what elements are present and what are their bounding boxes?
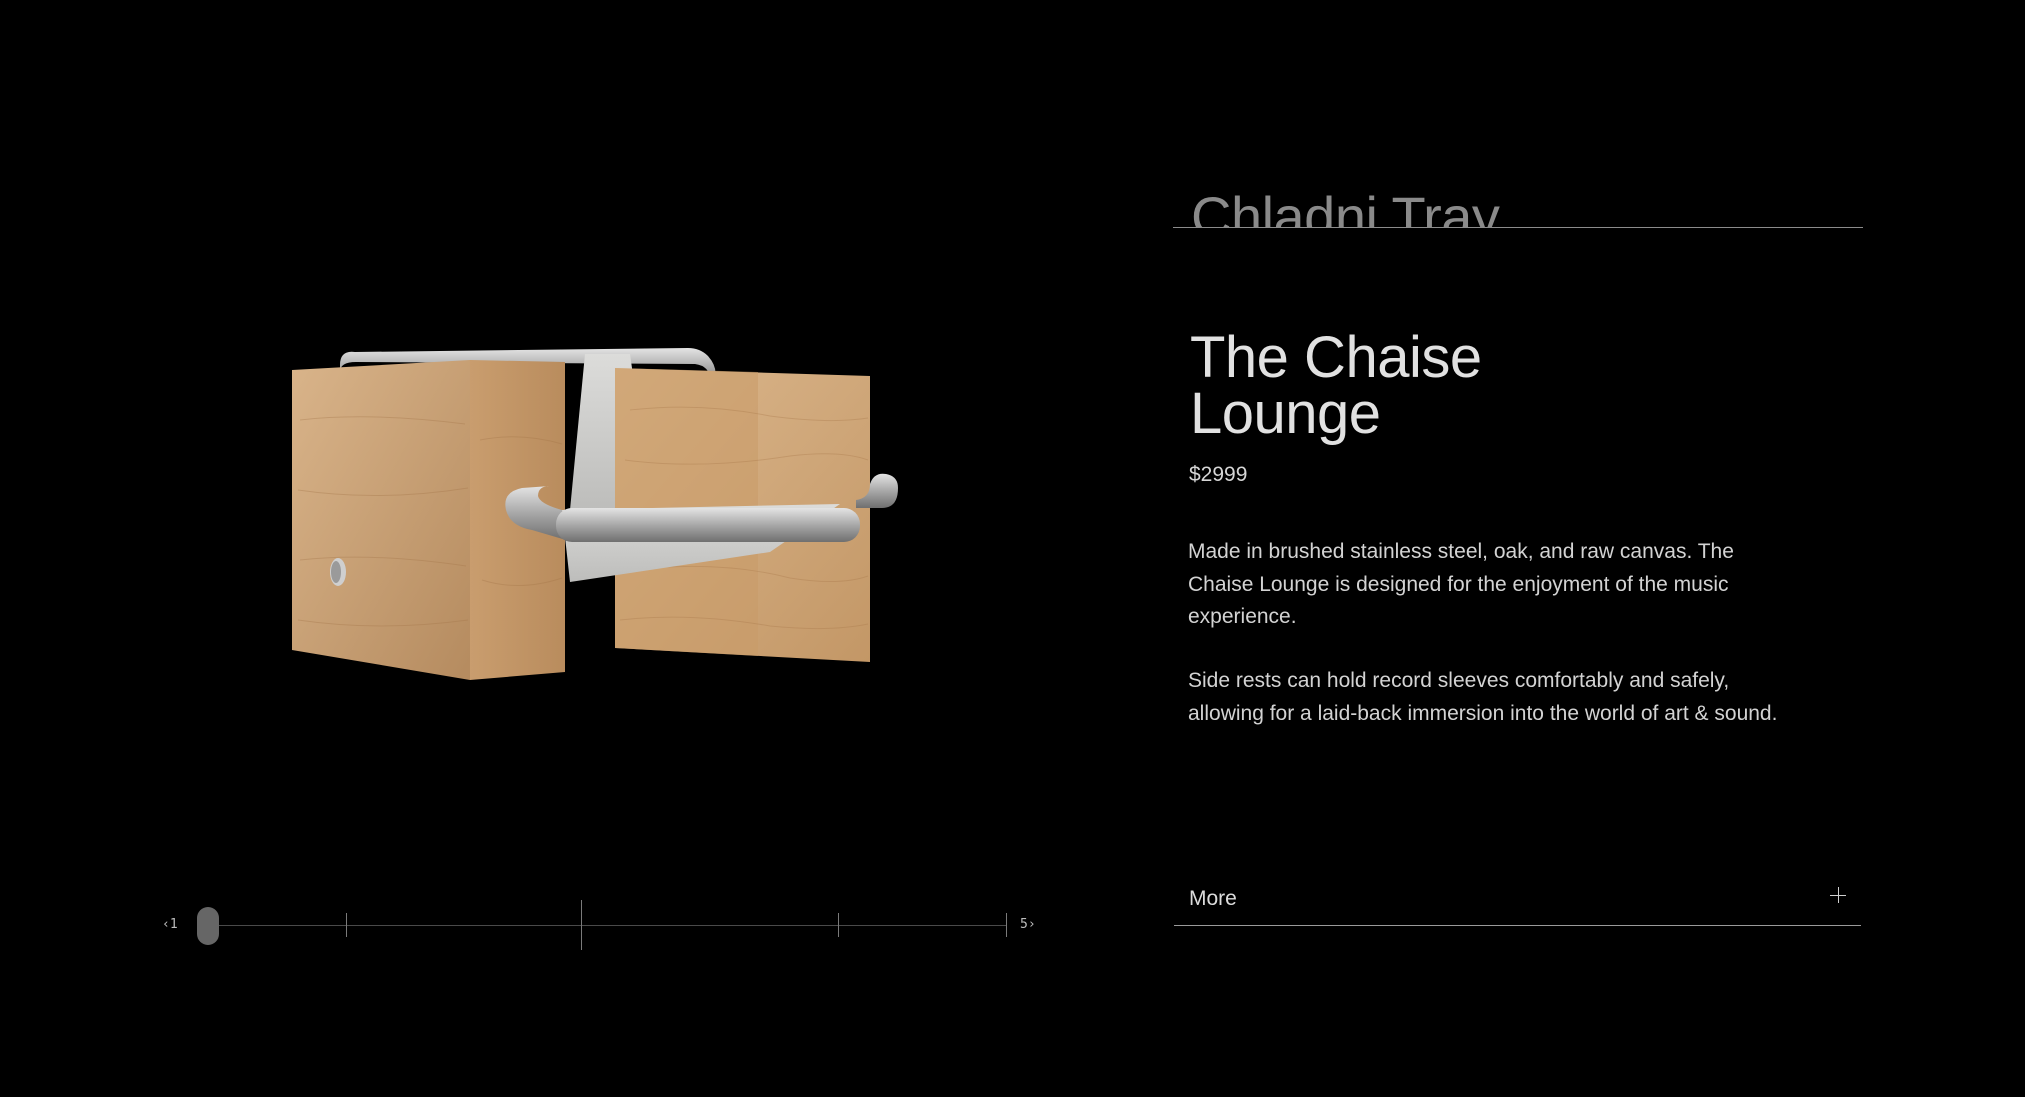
- plus-icon[interactable]: [1830, 887, 1846, 903]
- product-description-paragraph: Made in brushed stainless steel, oak, an…: [1188, 540, 1734, 628]
- next-button[interactable]: 5›: [1020, 917, 1036, 932]
- slider-tick: [1006, 913, 1007, 937]
- more-label: More: [1189, 887, 1237, 910]
- product-title-line-2: Lounge: [1190, 381, 1381, 446]
- chaise-lounge-illustration: [292, 348, 898, 680]
- slider-tick: [838, 913, 839, 937]
- product-title: The Chaise Lounge: [1190, 325, 1482, 446]
- upcoming-product-title[interactable]: Chladni Tray: [1173, 185, 1863, 228]
- slider-tick: [346, 913, 347, 937]
- slider-tick: [581, 900, 582, 950]
- previous-button[interactable]: ‹1: [162, 917, 178, 932]
- slider-thumb[interactable]: [197, 907, 219, 945]
- slider-track[interactable]: [197, 925, 1007, 926]
- product-carousel-slider: ‹1 5›: [160, 895, 1040, 955]
- product-price: $2999: [1189, 463, 1248, 486]
- more-accordion-toggle[interactable]: More: [1174, 881, 1861, 926]
- product-description-paragraph: Side rests can hold record sleeves comfo…: [1188, 669, 1778, 725]
- product-title-line-1: The Chaise: [1190, 325, 1482, 390]
- product-image: [270, 320, 940, 700]
- upcoming-product-title-text: Chladni Tray: [1191, 185, 1500, 228]
